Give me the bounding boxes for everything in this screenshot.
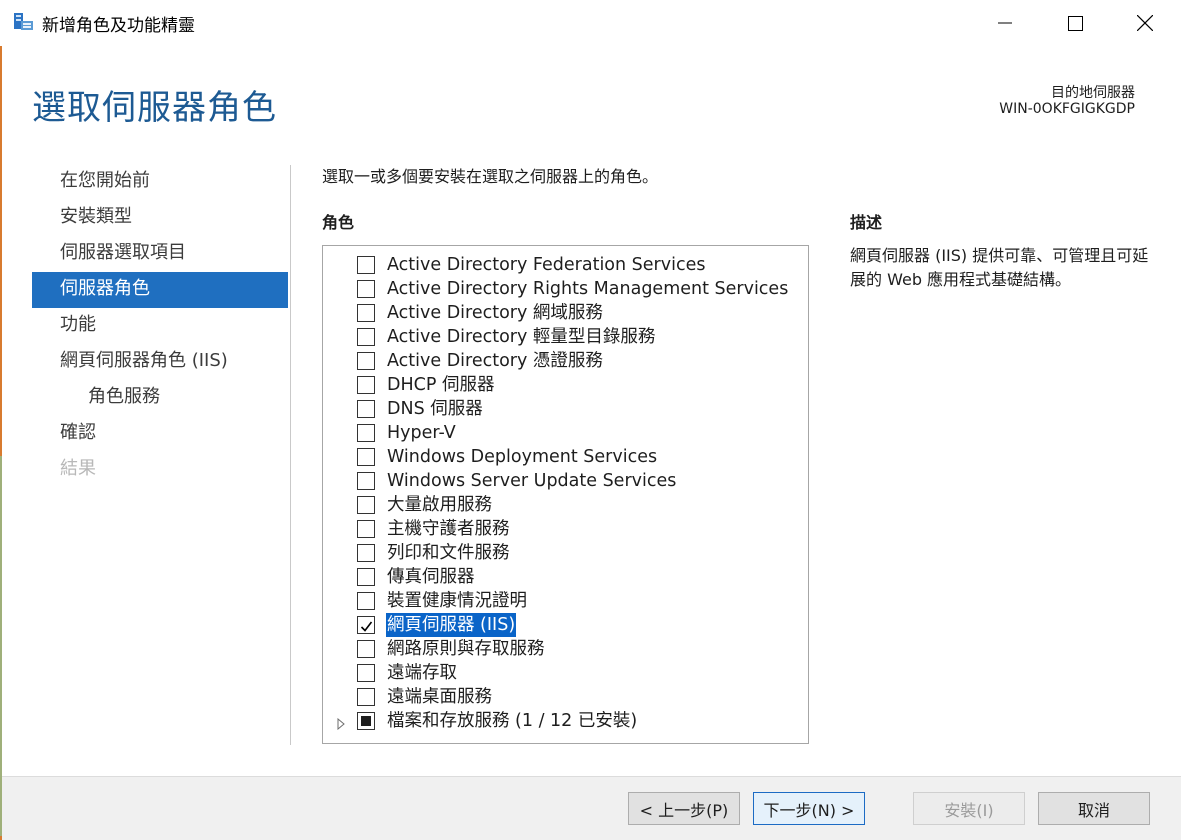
role-item[interactable]: Hyper-V [323,421,803,445]
role-label: 遠端存取 [387,663,457,683]
role-checkbox[interactable] [357,496,375,514]
role-label: 遠端桌面服務 [387,687,492,707]
role-label: Active Directory 憑證服務 [387,351,603,371]
role-item[interactable]: 傳真伺服器 [323,565,803,589]
role-checkbox[interactable] [357,424,375,442]
destination-server-value: WIN-0OKFGIGKGDP [999,101,1135,117]
role-checkbox[interactable] [357,328,375,346]
role-item[interactable]: 遠端桌面服務 [323,685,803,709]
roles-list[interactable]: Active Directory Federation Services Acti… [322,245,809,744]
role-item[interactable]: Active Directory 憑證服務 [323,349,803,373]
role-label: DNS 伺服器 [387,399,483,419]
role-item[interactable]: Active Directory 輕量型目錄服務 [323,325,803,349]
cancel-button[interactable]: 取消 [1038,792,1150,825]
minimize-button[interactable] [970,0,1040,46]
role-label: DHCP 伺服器 [387,375,495,395]
maximize-button[interactable] [1040,0,1110,46]
role-label: 主機守護者服務 [387,519,510,539]
role-label: Windows Server Update Services [387,471,677,491]
role-checkbox[interactable] [357,664,375,682]
role-checkbox[interactable] [357,280,375,298]
role-label: Active Directory 網域服務 [387,303,603,323]
role-item[interactable]: Windows Server Update Services [323,469,803,493]
destination-server-label: 目的地伺服器 [1051,85,1135,101]
nav-item-web-server-role[interactable]: 網頁伺服器角色 (IIS) [32,344,288,380]
install-button: 安裝(I) [913,792,1025,825]
role-checkbox[interactable] [357,640,375,658]
role-checkbox[interactable] [357,472,375,490]
role-label: 網路原則與存取服務 [387,639,545,659]
close-button[interactable] [1110,0,1180,46]
role-item[interactable]: 裝置健康情況證明 [323,589,803,613]
role-checkbox[interactable] [357,568,375,586]
nav-item-features[interactable]: 功能 [32,308,288,344]
nav-item-before-you-begin[interactable]: 在您開始前 [32,164,288,200]
title-bar: 新增角色及功能精靈 [0,0,1181,46]
role-checkbox[interactable] [357,352,375,370]
checkmark-icon [360,618,373,637]
role-checkbox[interactable] [357,592,375,610]
role-checkbox[interactable] [357,712,375,730]
role-item[interactable]: 遠端存取 [323,661,803,685]
role-label: Hyper-V [387,423,456,443]
wizard-window: 新增角色及功能精靈 選取伺服器角色 目的地伺服器 WIN-0OKFGIGKGDP… [0,0,1181,840]
role-label: Active Directory Federation Services [387,255,706,275]
maximize-icon [1067,15,1083,31]
nav-item-role-services[interactable]: 角色服務 [32,380,288,416]
role-label: 傳真伺服器 [387,567,475,587]
role-label: 檔案和存放服務 (1 / 12 已安裝) [387,711,638,731]
roles-header: 角色 [322,213,355,232]
role-checkbox[interactable] [357,256,375,274]
role-checkbox[interactable] [357,520,375,538]
role-item[interactable]: DNS 伺服器 [323,397,803,421]
nav-item-installation-type[interactable]: 安裝類型 [32,200,288,236]
instruction-text: 選取一或多個要安裝在選取之伺服器上的角色。 [322,167,659,186]
role-checkbox[interactable] [357,304,375,322]
page-title: 選取伺服器角色 [32,88,277,128]
window-title: 新增角色及功能精靈 [42,16,195,36]
partial-check-indicator [361,716,371,726]
role-item[interactable]: Active Directory Rights Management Servi… [323,277,803,301]
role-label: 列印和文件服務 [387,543,510,563]
role-item[interactable]: 網路原則與存取服務 [323,637,803,661]
role-item[interactable]: 檔案和存放服務 (1 / 12 已安裝) [323,709,803,733]
role-label: Windows Deployment Services [387,447,658,467]
description-header: 描述 [850,213,883,232]
minimize-icon [998,22,1012,24]
expand-arrow-icon[interactable] [336,715,346,731]
nav-item-server-selection[interactable]: 伺服器選取項目 [32,236,288,272]
previous-button[interactable]: < 上一步(P) [628,792,740,825]
next-button[interactable]: 下一步(N) > [753,792,865,825]
role-checkbox[interactable] [357,400,375,418]
role-item[interactable]: Active Directory 網域服務 [323,301,803,325]
window-edge [0,46,2,840]
role-label: Active Directory 輕量型目錄服務 [387,327,656,347]
role-item[interactable]: 網頁伺服器 (IIS) [323,613,803,637]
wizard-nav: 在您開始前 安裝類型 伺服器選取項目 伺服器角色 功能 網頁伺服器角色 (IIS… [32,164,288,488]
role-item[interactable]: 大量啟用服務 [323,493,803,517]
role-item[interactable]: Windows Deployment Services [323,445,803,469]
server-manager-icon [13,11,35,33]
role-label: 大量啟用服務 [387,495,492,515]
nav-item-confirmation[interactable]: 確認 [32,416,288,452]
description-text: 網頁伺服器 (IIS) 提供可靠、可管理且可延展的 Web 應用程式基礎結構。 [850,246,1149,289]
role-label: 網頁伺服器 (IIS) [386,613,517,637]
nav-divider [290,165,291,745]
role-checkbox[interactable] [357,544,375,562]
close-icon [1137,15,1153,31]
role-item[interactable]: 主機守護者服務 [323,517,803,541]
role-label: Active Directory Rights Management Servi… [387,279,789,299]
role-item[interactable]: Active Directory Federation Services [323,253,803,277]
role-checkbox[interactable] [357,448,375,466]
role-checkbox[interactable] [357,688,375,706]
role-label: 裝置健康情況證明 [387,591,527,611]
nav-item-results: 結果 [60,458,96,479]
role-checkbox[interactable] [357,616,375,634]
role-item[interactable]: DHCP 伺服器 [323,373,803,397]
role-checkbox[interactable] [357,376,375,394]
role-item[interactable]: 列印和文件服務 [323,541,803,565]
nav-item-server-roles[interactable]: 伺服器角色 [32,272,288,308]
